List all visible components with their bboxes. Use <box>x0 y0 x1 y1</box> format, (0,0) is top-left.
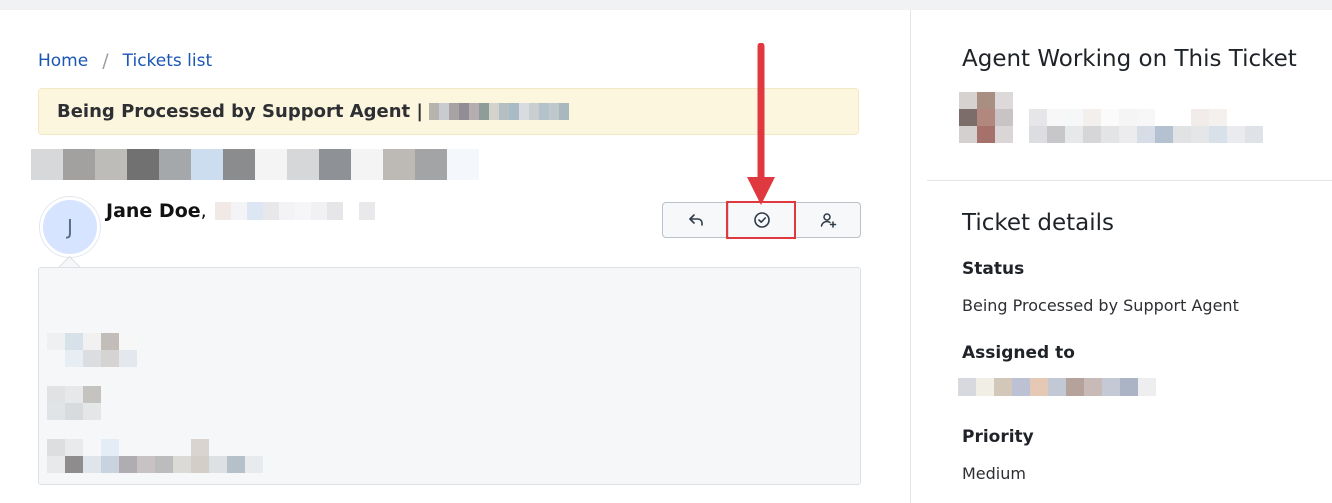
assigned-to-label: Assigned to <box>962 343 1075 363</box>
redacted-agent-info <box>1029 109 1263 143</box>
status-banner-text: Being Processed by Support Agent | <box>57 101 423 122</box>
author-name: Jane Doe <box>106 200 201 222</box>
author-avatar: J <box>40 197 100 257</box>
assign-button[interactable] <box>795 203 860 237</box>
reply-icon <box>688 214 703 226</box>
user-plus-icon <box>820 213 836 228</box>
avatar-initial: J <box>67 215 73 239</box>
ticket-main: Home / Tickets list Being Processed by S… <box>0 10 910 503</box>
redacted-message-line-2 <box>47 386 119 420</box>
breadcrumb: Home / Tickets list <box>38 50 212 72</box>
redacted-message-line-1 <box>47 333 137 367</box>
ticket-sidebar: Agent Working on This Ticket Ticket deta… <box>910 10 1332 503</box>
agent-heading: Agent Working on This Ticket <box>962 46 1297 72</box>
ticket-details-heading: Ticket details <box>962 210 1114 236</box>
sidebar-divider <box>927 180 1332 181</box>
redacted-message-line-3 <box>47 439 263 473</box>
annotation-arrow-icon <box>747 43 775 205</box>
redacted-assignee <box>958 378 1156 396</box>
redacted-ticket-subject <box>31 149 479 180</box>
breadcrumb-home-link[interactable]: Home <box>38 51 88 71</box>
message-author: Jane Doe , <box>106 200 375 222</box>
message-body-card <box>38 267 861 485</box>
breadcrumb-separator: / <box>102 50 109 72</box>
status-banner: Being Processed by Support Agent | <box>38 88 859 135</box>
redacted-agent-name <box>429 103 569 120</box>
priority-label: Priority <box>962 427 1034 447</box>
agent-avatar <box>959 92 1013 143</box>
status-label: Status <box>962 259 1025 279</box>
reply-button[interactable] <box>663 203 729 237</box>
author-separator: , <box>200 200 207 222</box>
top-bar <box>0 0 1332 10</box>
redacted-author-email <box>214 202 375 220</box>
status-value: Being Processed by Support Agent <box>962 296 1239 315</box>
priority-value: Medium <box>962 464 1026 483</box>
breadcrumb-tickets-list-link[interactable]: Tickets list <box>123 51 213 71</box>
